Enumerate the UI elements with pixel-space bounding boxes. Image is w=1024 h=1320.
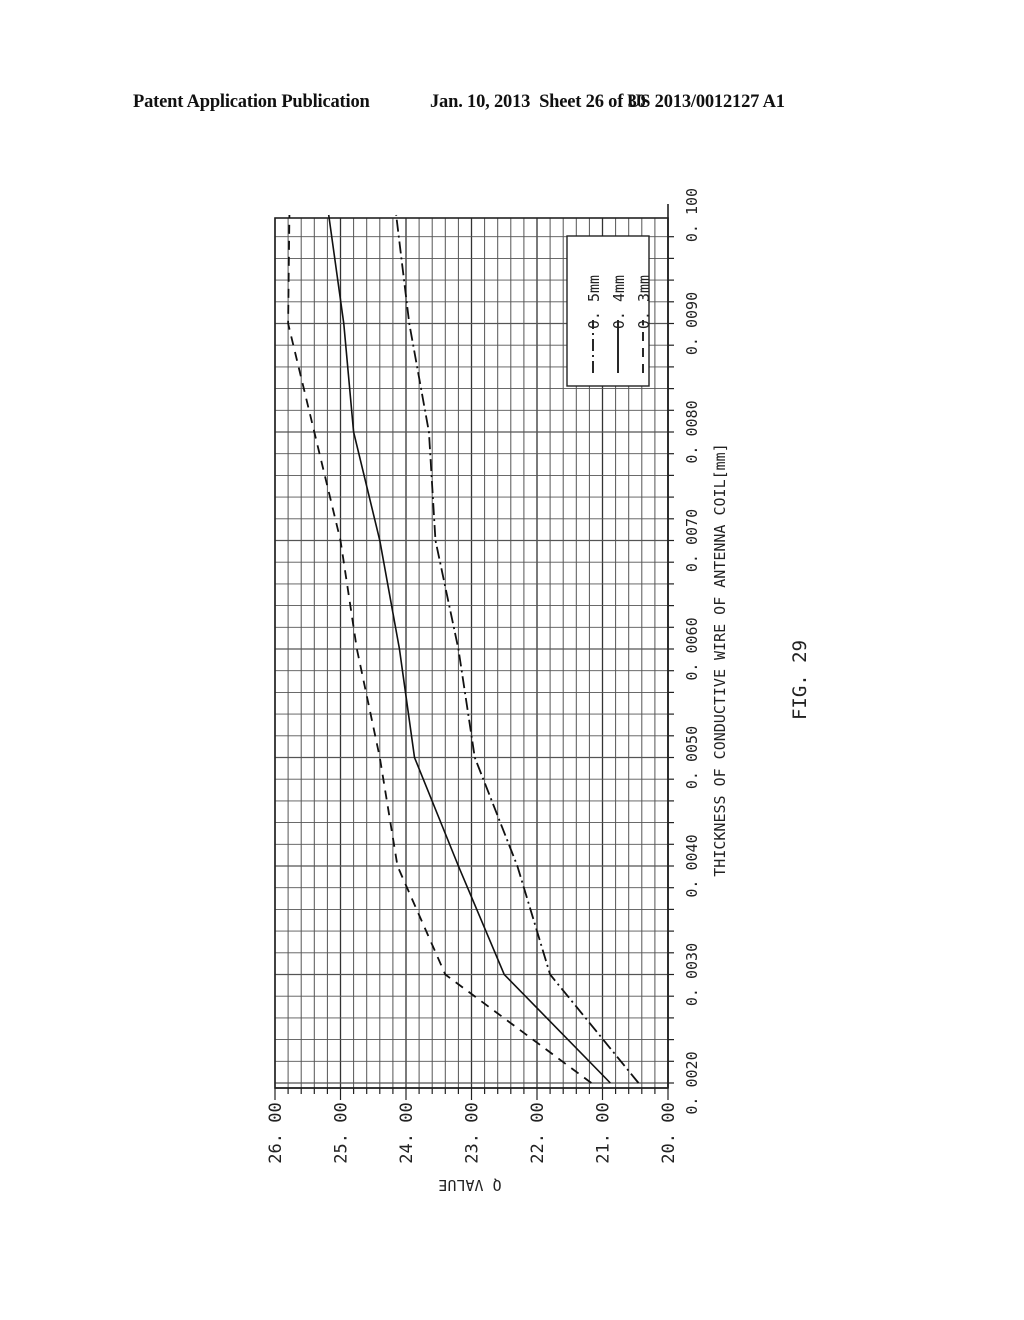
x-tick-label: 0. 0090 xyxy=(683,292,701,355)
y-axis-title: Q VALUE xyxy=(438,1176,501,1194)
legend-label: 0. 4mm xyxy=(610,275,628,329)
y-tick-label: 25. 00 xyxy=(332,1102,352,1163)
legend-label: 0. 3mm xyxy=(635,275,653,329)
x-tick-label: 0. 0040 xyxy=(683,834,701,897)
y-tick-label: 23. 00 xyxy=(463,1102,483,1163)
q-value-axis: 20. 00 21. 00 22. 00 23. 00 24. 00 25. 00 26. … xyxy=(266,1087,679,1164)
x-tick-label: 0. 100 xyxy=(683,188,701,242)
legend: 0. 5mm 0. 4mm 0. 3mm xyxy=(566,235,653,387)
x-axis-title: THICKNESS OF CONDUCTIVE WIRE OF ANTENNA … xyxy=(711,443,729,876)
figure-label: FIG. 29 xyxy=(789,640,811,720)
x-tick-label: 0. 0080 xyxy=(683,400,701,463)
y-tick-label: 20. 00 xyxy=(659,1102,679,1163)
x-tick-label: 0. 0050 xyxy=(683,726,701,789)
q-value-chart: 0. 0020 0. 0030 0. 0040 0. 0050 0. 0060 0. 00… xyxy=(266,188,811,1194)
x-tick-label: 0. 0020 xyxy=(683,1051,701,1114)
y-tick-label: 21. 00 xyxy=(594,1102,614,1163)
x-tick-label: 0. 0060 xyxy=(683,617,701,680)
x-tick-label: 0. 0030 xyxy=(683,943,701,1006)
thickness-axis: 0. 0020 0. 0030 0. 0040 0. 0050 0. 0060 0. 00… xyxy=(667,188,701,1115)
y-tick-label: 26. 00 xyxy=(266,1102,286,1163)
legend-label: 0. 5mm xyxy=(585,275,603,329)
y-tick-label: 22. 00 xyxy=(528,1102,548,1163)
x-tick-label: 0. 0070 xyxy=(683,509,701,572)
y-tick-label: 24. 00 xyxy=(397,1102,417,1163)
